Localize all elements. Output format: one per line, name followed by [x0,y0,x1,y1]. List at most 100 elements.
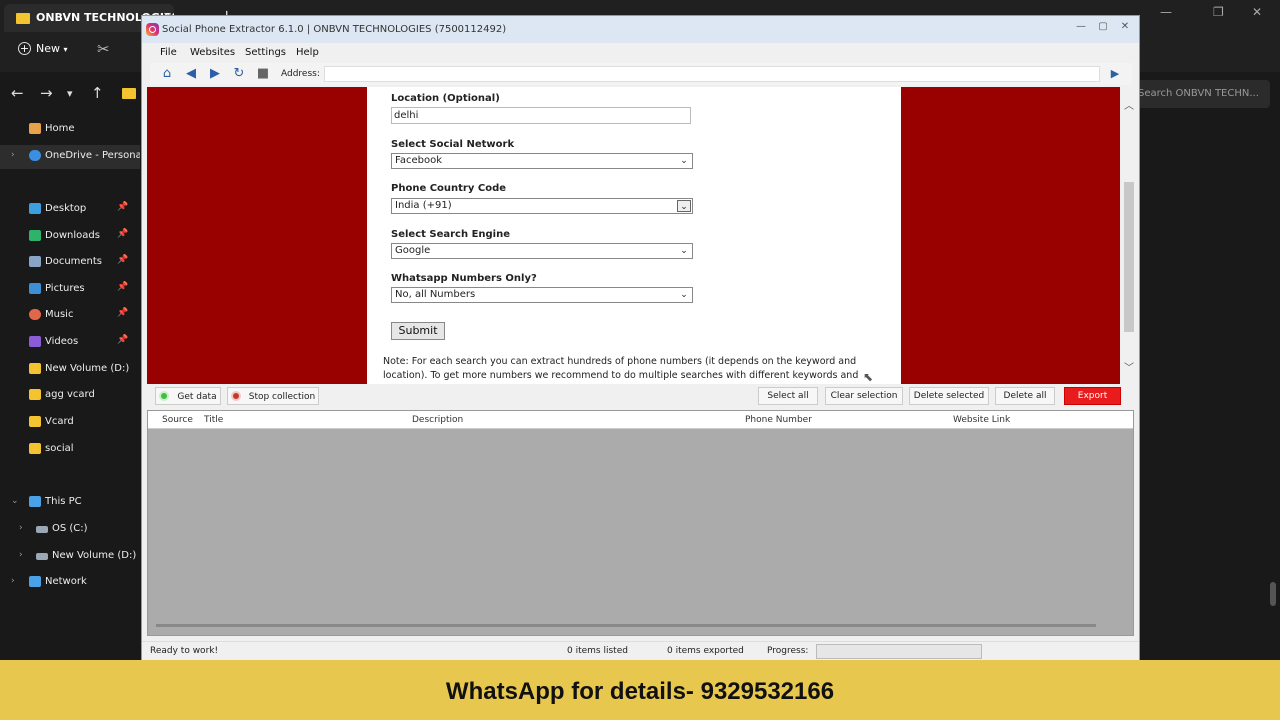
banner-text: WhatsApp for details- 9329532166 [445,678,835,705]
sidebar-item-desktop[interactable]: Desktop 📌 [0,198,140,222]
cut-icon[interactable]: ✂ [97,40,110,58]
select-all-button[interactable]: Select all [758,387,818,405]
sidebar-item-new-volume[interactable]: New Volume (D:) [0,358,140,382]
pin-icon[interactable]: 📌 [117,282,128,292]
whatsapp-label: Whatsapp Numbers Only? [391,273,537,284]
whatsapp-select[interactable]: No, all Numbers ⌄ [391,287,693,303]
close-icon[interactable]: ✕ [1252,5,1262,19]
close-icon[interactable]: ✕ [1117,21,1133,35]
sidebar-item-this-pc[interactable]: ⌄ This PC [0,491,140,515]
home-icon[interactable]: ⌂ [158,65,176,83]
drive-icon [36,526,48,533]
sidebar-item-onedrive[interactable]: › OneDrive - Persona [0,145,140,169]
country-select[interactable]: India (+91) ⌄ [391,198,693,214]
scroll-down-icon[interactable]: ﹀ [1124,359,1134,374]
sidebar-item-os-c[interactable]: › OS (C:) [0,518,140,542]
maximize-icon[interactable]: ❐ [1213,5,1224,19]
pin-icon[interactable]: 📌 [117,255,128,265]
engine-select[interactable]: Google ⌄ [391,243,693,259]
get-data-button[interactable]: Get data [155,387,221,405]
scroll-thumb[interactable] [1124,182,1134,332]
status-bar: Ready to work! 0 items listed 0 items ex… [142,641,1139,661]
column-source[interactable]: Source [162,415,193,425]
folder-icon [16,13,30,24]
delete-selected-button[interactable]: Delete selected [909,387,989,405]
maximize-icon[interactable]: ▢ [1095,21,1111,35]
pin-icon[interactable]: 📌 [117,335,128,345]
table-horizontal-scrollbar[interactable] [156,624,1096,627]
explorer-scrollbar[interactable] [1270,582,1276,606]
export-button[interactable]: Export [1064,387,1121,405]
whatsapp-banner: WhatsApp for details- 9329532166 [0,660,1280,720]
folder-icon [122,88,136,99]
web-content: Location (Optional) delhi Select Social … [147,87,1120,384]
delete-all-button[interactable]: Delete all [995,387,1055,405]
recent-chevron-icon[interactable]: ▾ [67,87,73,100]
folder-icon [29,363,41,374]
documents-icon [29,256,41,267]
location-input[interactable]: delhi [391,107,691,124]
sidebar-item-music[interactable]: Music 📌 [0,304,140,328]
sidebar-item-documents[interactable]: Documents 📌 [0,251,140,275]
sidebar-item-network[interactable]: › Network [0,571,140,595]
stop-collection-button[interactable]: Stop collection [227,387,319,405]
address-input[interactable] [324,66,1100,82]
status-items-exported: 0 items exported [667,646,744,656]
back-icon[interactable]: ◀ [182,65,200,83]
go-icon[interactable]: ▶ [1106,65,1124,83]
forward-icon[interactable]: → [40,84,53,102]
downloads-icon [29,230,41,241]
stop-icon[interactable]: ■ [254,65,272,83]
right-red-panel [901,87,1120,384]
minimize-icon[interactable]: — [1073,21,1089,35]
new-button-label: New [36,42,60,55]
network-select[interactable]: Facebook ⌄ [391,153,693,169]
search-form: Location (Optional) delhi Select Social … [383,87,891,384]
clear-selection-button[interactable]: Clear selection [825,387,903,405]
pin-icon[interactable]: 📌 [117,229,128,239]
sidebar-item-label: Documents [45,256,103,267]
progress-bar [816,644,982,659]
menu-help[interactable]: Help [296,47,319,58]
column-title[interactable]: Title [204,415,223,425]
sidebar-item-label: New Volume (D:) [45,363,130,374]
pin-icon[interactable]: 📌 [117,202,128,212]
drive-icon [36,553,48,560]
get-data-label: Get data [177,392,217,402]
scroll-up-icon[interactable]: ︿ [1124,97,1134,112]
table-header: Source Title Description Phone Number We… [148,411,1133,429]
submit-button[interactable]: Submit [391,322,445,340]
sidebar-item-label: Downloads [45,230,100,241]
sidebar-item-label: Music [45,309,74,320]
sidebar-item-downloads[interactable]: Downloads 📌 [0,225,140,249]
menu-websites[interactable]: Websites [190,47,235,58]
column-website-link[interactable]: Website Link [953,415,1010,425]
column-phone-number[interactable]: Phone Number [745,415,812,425]
folder-icon [29,416,41,427]
pin-icon[interactable]: 📌 [117,308,128,318]
forward-icon[interactable]: ▶ [206,65,224,83]
refresh-icon[interactable]: ↻ [230,65,248,83]
stop-icon [230,391,241,401]
back-icon[interactable]: ← [11,84,24,102]
column-description[interactable]: Description [412,415,463,425]
network-icon [29,576,41,587]
content-scrollbar[interactable]: ︿ ﹀ [1122,87,1136,384]
explorer-search-input[interactable]: Search ONBVN TECHN... [1138,80,1270,108]
menu-file[interactable]: File [160,47,177,58]
sidebar-item-agg-vcard[interactable]: agg vcard [0,384,140,408]
sidebar-item-videos[interactable]: Videos 📌 [0,331,140,355]
sidebar-item-pictures[interactable]: Pictures 📌 [0,278,140,302]
sidebar-item-home[interactable]: Home [0,118,140,142]
minimize-icon[interactable]: — [1160,5,1172,19]
new-button[interactable]: + New ▾ [18,42,68,55]
sidebar-item-social[interactable]: social [0,438,140,462]
sidebar-item-label: agg vcard [45,389,95,400]
sidebar-item-vcard[interactable]: Vcard [0,411,140,435]
sidebar-item-new-volume-d[interactable]: › New Volume (D:) [0,545,140,569]
menu-settings[interactable]: Settings [245,47,286,58]
instagram-icon [146,23,159,36]
sidebar-item-label: Vcard [45,416,74,427]
folder-icon [29,443,41,454]
up-icon[interactable]: ↑ [91,84,104,102]
